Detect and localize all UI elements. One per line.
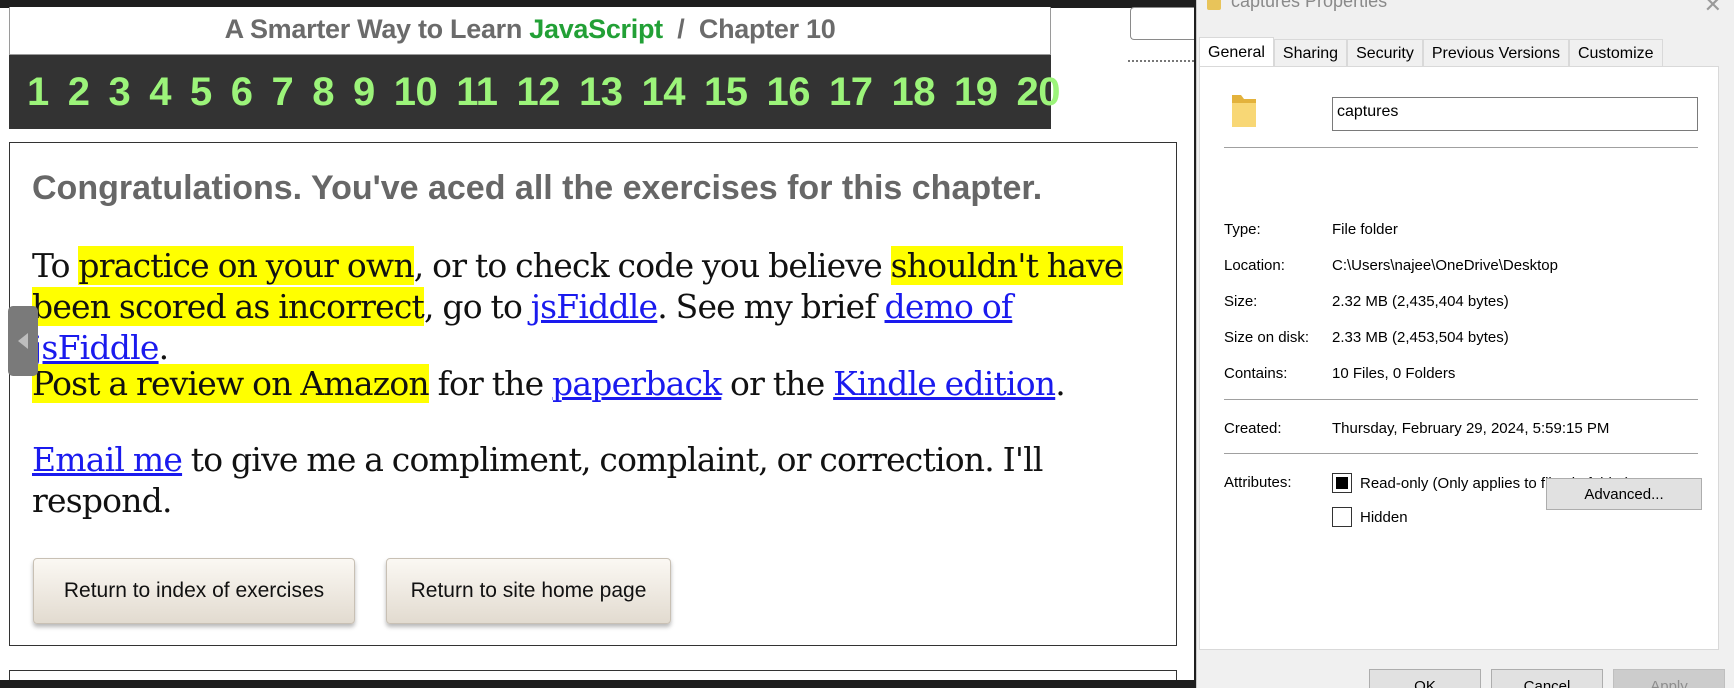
properties-dialog: captures Properties ✕ General Sharing Se… <box>1196 0 1734 688</box>
location-label: Location: <box>1224 257 1285 274</box>
contains-value: 10 Files, 0 Folders <box>1332 365 1456 382</box>
practice-paragraph: To practice on your own, or to check cod… <box>32 245 1157 368</box>
divider <box>1224 453 1698 454</box>
attributes-label: Attributes: <box>1224 474 1292 491</box>
chapter-link-12[interactable]: 12 <box>517 72 561 112</box>
chapter-link-19[interactable]: 19 <box>954 72 998 112</box>
chapter-link-15[interactable]: 15 <box>704 72 748 112</box>
return-home-button[interactable]: Return to site home page <box>386 558 671 624</box>
close-icon[interactable]: ✕ <box>1704 0 1722 18</box>
tab-security[interactable]: Security <box>1347 39 1423 66</box>
general-panel: captures Type: File folder Location: C:\… <box>1199 66 1719 650</box>
chapter-link-2[interactable]: 2 <box>68 72 90 112</box>
chapter-link-17[interactable]: 17 <box>829 72 873 112</box>
browser-page: A Smarter Way to Learn JavaScript / Chap… <box>0 0 1194 680</box>
chapter-link-11[interactable]: 11 <box>456 72 498 112</box>
chapter-link-3[interactable]: 3 <box>109 72 131 112</box>
chapter-link-16[interactable]: 16 <box>767 72 811 112</box>
chevron-left-icon <box>18 333 28 349</box>
chapter-link-18[interactable]: 18 <box>892 72 936 112</box>
jsfiddle-link[interactable]: jsFiddle <box>531 287 658 326</box>
chapter-link-20[interactable]: 20 <box>1017 72 1061 112</box>
tab-general[interactable]: General <box>1199 37 1274 66</box>
dotted-divider <box>1128 60 1194 62</box>
size-on-disk-label: Size on disk: <box>1224 329 1310 346</box>
kindle-link[interactable]: Kindle edition <box>833 364 1056 403</box>
chapter-link-8[interactable]: 8 <box>312 72 334 112</box>
highlight-review: Post a review on Amazon <box>32 364 430 403</box>
type-value: File folder <box>1332 221 1398 238</box>
return-index-button[interactable]: Return to index of exercises <box>33 558 355 624</box>
location-value: C:\Users\najee\OneDrive\Desktop <box>1332 257 1558 274</box>
readonly-checkbox[interactable] <box>1332 473 1352 493</box>
contains-label: Contains: <box>1224 365 1288 382</box>
content-panel: Congratulations. You've aced all the exe… <box>9 142 1177 646</box>
type-label: Type: <box>1224 221 1261 238</box>
search-input[interactable] <box>1130 7 1194 40</box>
chapter-link-10[interactable]: 10 <box>394 72 438 112</box>
side-collapse-tab[interactable] <box>8 306 38 376</box>
title-brand: JavaScript <box>529 14 663 44</box>
chapter-link-9[interactable]: 9 <box>353 72 375 112</box>
title-suffix: / Chapter 10 <box>662 14 836 44</box>
p2-text: for the <box>428 364 553 403</box>
folder-icon <box>1232 95 1256 127</box>
chapter-link-4[interactable]: 4 <box>149 72 171 112</box>
congrats-heading: Congratulations. You've aced all the exe… <box>32 169 1043 207</box>
size-label: Size: <box>1224 293 1258 310</box>
tab-previous-versions[interactable]: Previous Versions <box>1422 39 1569 66</box>
chapter-link-7[interactable]: 7 <box>272 72 294 112</box>
cancel-button[interactable]: Cancel <box>1491 669 1603 688</box>
tab-strip: General Sharing Security Previous Versio… <box>1199 37 1663 66</box>
chapter-link-5[interactable]: 5 <box>190 72 212 112</box>
page-title: A Smarter Way to Learn JavaScript / Chap… <box>10 7 1050 51</box>
p3-text: to give me a compliment, complaint, or c… <box>32 440 1043 520</box>
size-on-disk-value: 2.33 MB (2,453,504 bytes) <box>1332 329 1509 346</box>
created-label: Created: <box>1224 420 1282 437</box>
p1-text: , or to check code you believe <box>413 246 891 285</box>
tab-sharing[interactable]: Sharing <box>1273 39 1348 66</box>
highlight-practice: practice on your own <box>78 246 415 285</box>
folder-title-icon <box>1207 0 1221 10</box>
divider <box>1224 399 1698 400</box>
chapter-link-13[interactable]: 13 <box>579 72 623 112</box>
tab-customize[interactable]: Customize <box>1568 39 1663 66</box>
folder-name-field[interactable]: captures <box>1332 97 1698 131</box>
email-link[interactable]: Email me <box>32 440 183 479</box>
apply-button[interactable]: Apply <box>1613 669 1725 688</box>
size-value: 2.32 MB (2,435,404 bytes) <box>1332 293 1509 310</box>
title-prefix: A Smarter Way to Learn <box>224 14 530 44</box>
p1-text: To <box>32 246 79 285</box>
hidden-label[interactable]: Hidden <box>1360 509 1408 526</box>
divider <box>1224 147 1698 148</box>
chapter-link-14[interactable]: 14 <box>642 72 686 112</box>
page-header: A Smarter Way to Learn JavaScript / Chap… <box>9 7 1051 55</box>
chapter-link-6[interactable]: 6 <box>231 72 253 112</box>
review-paragraph: Post a review on Amazon for the paperbac… <box>32 363 1157 404</box>
p1-text: . See my brief <box>657 287 885 326</box>
p2-text: . <box>1055 364 1065 403</box>
p1-text: . <box>158 328 169 367</box>
chapter-link-1[interactable]: 1 <box>27 72 49 112</box>
chapter-nav: 1 2 3 4 5 6 7 8 9 10 11 12 13 14 15 16 17 18 19 20 <box>9 55 1061 129</box>
advanced-button[interactable]: Advanced... <box>1546 478 1702 510</box>
created-value: Thursday, February 29, 2024, 5:59:15 PM <box>1332 420 1610 437</box>
dialog-title: captures Properties <box>1231 0 1388 11</box>
email-paragraph: Email me to give me a compliment, compla… <box>32 439 1157 521</box>
paperback-link[interactable]: paperback <box>552 364 722 403</box>
p1-text: , go to <box>424 287 531 326</box>
ok-button[interactable]: OK <box>1369 669 1481 688</box>
p2-text: or the <box>721 364 834 403</box>
next-panel <box>9 670 1177 680</box>
hidden-checkbox[interactable] <box>1332 507 1352 527</box>
